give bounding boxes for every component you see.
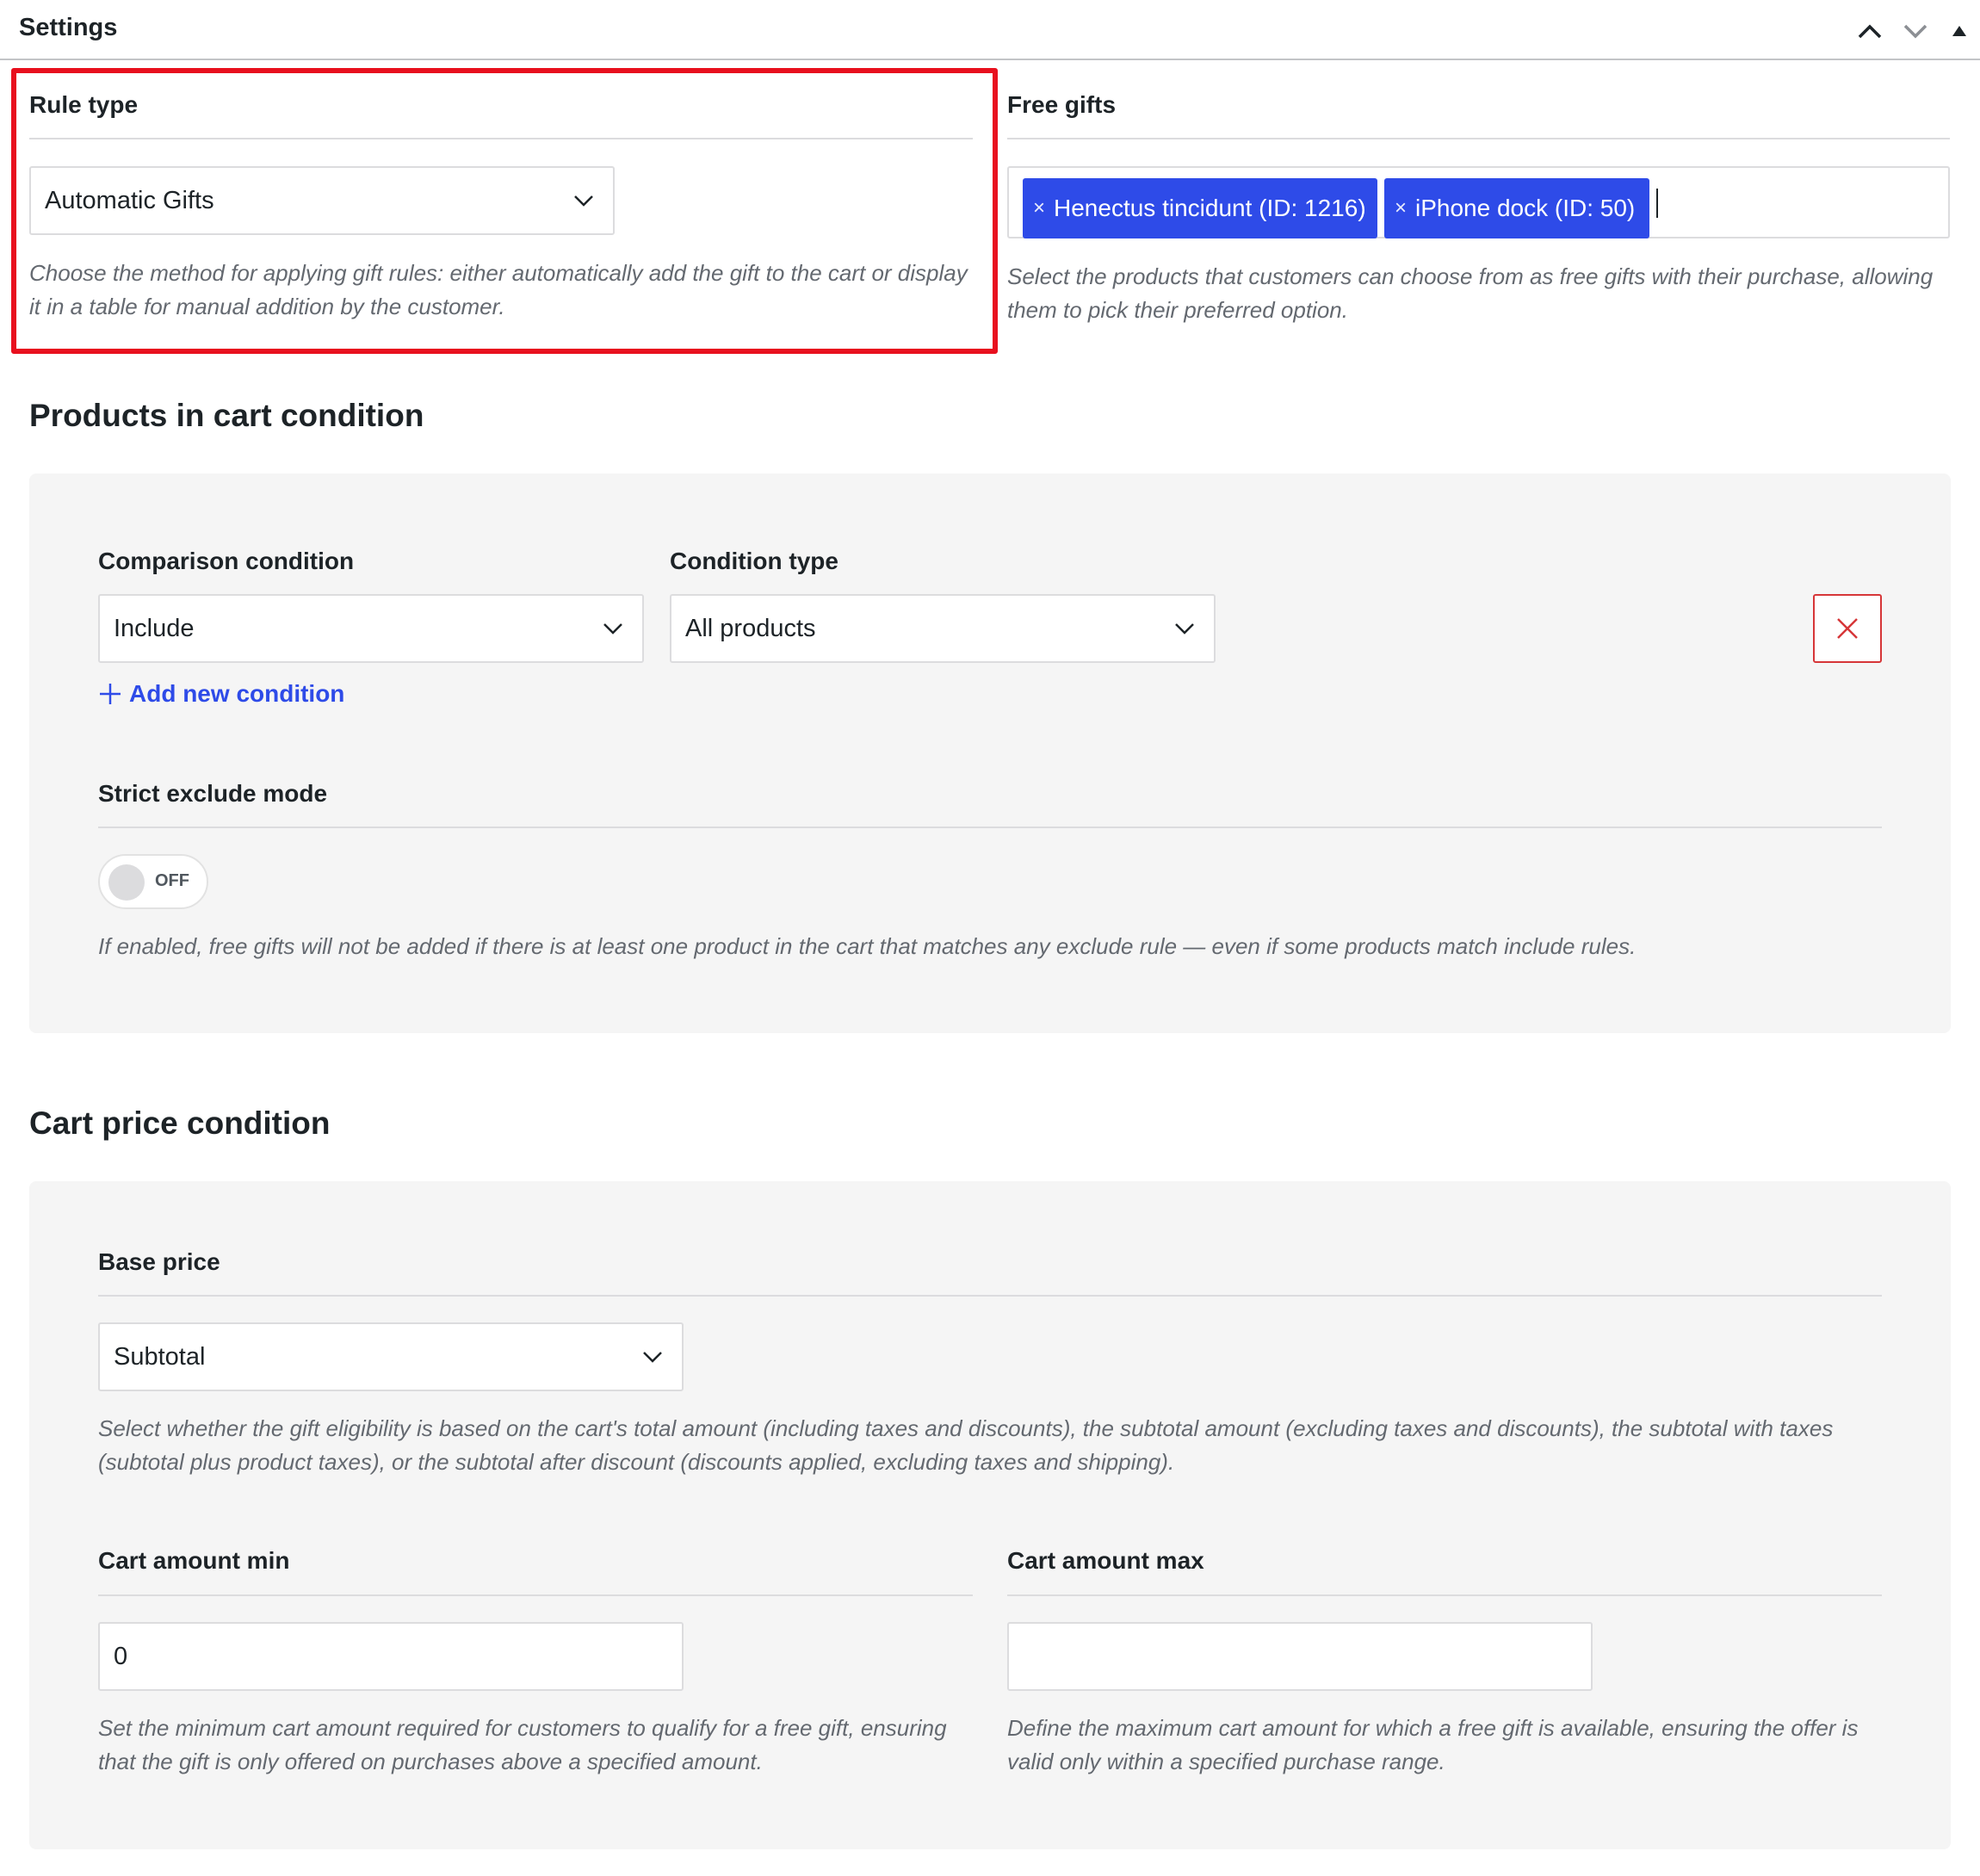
add-new-condition-label: Add new condition xyxy=(129,680,345,707)
cart-amount-min-value: 0 xyxy=(114,1642,128,1670)
comparison-condition-select[interactable]: Include xyxy=(98,594,644,663)
close-icon xyxy=(1837,618,1858,639)
highlight-box xyxy=(11,68,998,354)
condition-type-label: Condition type xyxy=(670,548,838,574)
chevron-down-icon xyxy=(1175,623,1194,635)
base-price-label: Base price xyxy=(98,1248,220,1275)
products-condition-panel: Comparison condition Include Condition t… xyxy=(29,474,1951,1033)
toggle-state-label: OFF xyxy=(155,871,189,890)
gift-tag: × Henectus tincidunt (ID: 1216) xyxy=(1023,178,1377,238)
gift-tag-label: Henectus tincidunt (ID: 1216) xyxy=(1054,195,1366,221)
cart-price-condition-panel: Base price Subtotal Select whether the g… xyxy=(29,1181,1951,1849)
cart-amount-max-description: Define the maximum cart amount for which… xyxy=(1007,1715,1859,1774)
triangle-up-icon[interactable] xyxy=(1940,12,1978,50)
settings-title: Settings xyxy=(19,14,118,41)
chevron-down-icon xyxy=(603,623,622,635)
toggle-knob xyxy=(108,864,145,901)
base-price-value: Subtotal xyxy=(114,1342,206,1371)
cart-amount-max-label: Cart amount max xyxy=(1007,1547,1204,1574)
text-cursor xyxy=(1656,189,1658,218)
free-gifts-description: Select the products that customers can c… xyxy=(1007,263,1934,323)
remove-tag-icon[interactable]: × xyxy=(1395,196,1407,220)
chevron-down-icon xyxy=(643,1352,662,1363)
products-condition-title: Products in cart condition xyxy=(29,398,424,433)
free-gifts-label: Free gifts xyxy=(1007,91,1117,118)
settings-header: Settings xyxy=(0,0,1980,60)
divider xyxy=(1007,1594,1882,1596)
gift-tag-label: iPhone dock (ID: 50) xyxy=(1415,195,1636,221)
cart-amount-min-description: Set the minimum cart amount required for… xyxy=(98,1715,947,1774)
add-new-condition-link[interactable]: Add new condition xyxy=(98,680,344,708)
chevron-down-icon[interactable] xyxy=(1896,12,1934,50)
free-gifts-select[interactable]: × Henectus tincidunt (ID: 1216) × iPhone… xyxy=(1007,166,1950,238)
strict-exclude-label: Strict exclude mode xyxy=(98,780,328,807)
chevron-up-icon[interactable] xyxy=(1851,12,1889,50)
condition-type-value: All products xyxy=(685,614,816,642)
strict-exclude-toggle[interactable]: OFF xyxy=(98,854,208,909)
cart-amount-max-input[interactable] xyxy=(1007,1622,1593,1691)
divider xyxy=(1007,138,1950,139)
cart-amount-min-label: Cart amount min xyxy=(98,1547,290,1574)
condition-type-select[interactable]: All products xyxy=(670,594,1216,663)
remove-condition-button[interactable] xyxy=(1813,594,1882,663)
cart-amount-min-input[interactable]: 0 xyxy=(98,1622,684,1691)
plus-icon xyxy=(100,684,121,704)
divider xyxy=(98,1295,1882,1297)
comparison-condition-label: Comparison condition xyxy=(98,548,355,574)
divider xyxy=(98,1594,973,1596)
gift-tag: × iPhone dock (ID: 50) xyxy=(1384,178,1649,238)
remove-tag-icon[interactable]: × xyxy=(1033,196,1045,220)
cart-price-condition-title: Cart price condition xyxy=(29,1105,331,1141)
divider xyxy=(98,827,1882,828)
base-price-select[interactable]: Subtotal xyxy=(98,1322,684,1391)
base-price-description: Select whether the gift eligibility is b… xyxy=(98,1415,1834,1475)
comparison-condition-value: Include xyxy=(114,614,195,642)
strict-exclude-description: If enabled, free gifts will not be added… xyxy=(98,933,1637,959)
